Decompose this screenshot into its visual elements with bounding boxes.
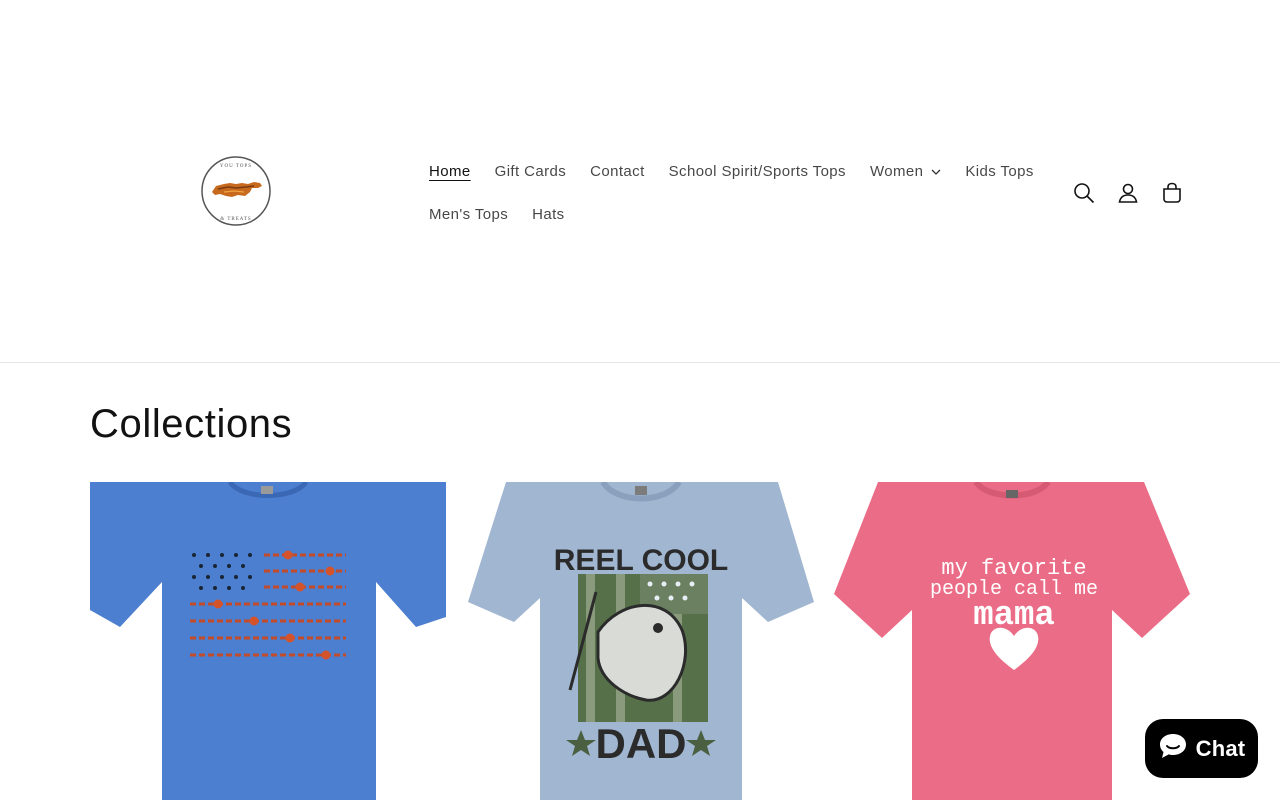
light-blue-tshirt-reel-cool-dad-image: REEL COOL DAD [468,482,824,800]
nav-row-1: Home Gift Cards Contact School Spirit/Sp… [417,150,1057,193]
pink-tshirt-mama-image: my favorite people call me mama [834,482,1190,800]
logo-text-bottom: & TREATS [220,217,251,222]
site-header: YOU TOPS & TREATS Home Gift Cards Contac… [0,0,1280,363]
store-logo[interactable]: YOU TOPS & TREATS [200,155,272,227]
collection-card-reel-cool-dad[interactable]: REEL COOL DAD [468,482,824,800]
nav-school-spirit-sports-tops[interactable]: School Spirit/Sports Tops [657,163,858,180]
chat-label: Chat [1195,735,1246,761]
blue-tshirt-floral-flag-image [90,482,446,800]
graphic-text-mama: mama [973,597,1055,635]
account-icon[interactable] [1106,171,1150,215]
collection-card-mama[interactable]: my favorite people call me mama [834,482,1190,800]
graphic-text-reel-cool: REEL COOL [554,544,728,577]
nav-women[interactable]: Women [858,163,953,180]
logo-image: YOU TOPS & TREATS [201,156,271,226]
collection-card-flag-tee[interactable] [90,482,446,800]
nav-women-label: Women [869,163,924,180]
nav-mens-tops[interactable]: Men's Tops [417,206,520,223]
graphic-text-dad: DAD [596,720,687,767]
nav-contact[interactable]: Contact [578,163,657,180]
nav-home[interactable]: Home [417,163,483,180]
page-title: Collections [90,402,293,446]
chat-bubble-icon [1158,732,1188,765]
search-icon[interactable] [1062,171,1106,215]
main-nav: Home Gift Cards Contact School Spirit/Sp… [417,150,1057,236]
nav-hats[interactable]: Hats [520,206,576,223]
collection-grid: REEL COOL DAD my favorite people call me… [90,482,1190,800]
nav-kids-tops[interactable]: Kids Tops [953,163,1045,180]
chat-button[interactable]: Chat [1145,719,1258,778]
cart-icon[interactable] [1150,171,1194,215]
logo-text-top: YOU TOPS [220,164,252,169]
nav-gift-cards[interactable]: Gift Cards [483,163,579,180]
nav-row-2: Men's Tops Hats [417,193,1057,236]
header-icons [1062,171,1194,215]
chevron-down-icon [931,169,941,175]
